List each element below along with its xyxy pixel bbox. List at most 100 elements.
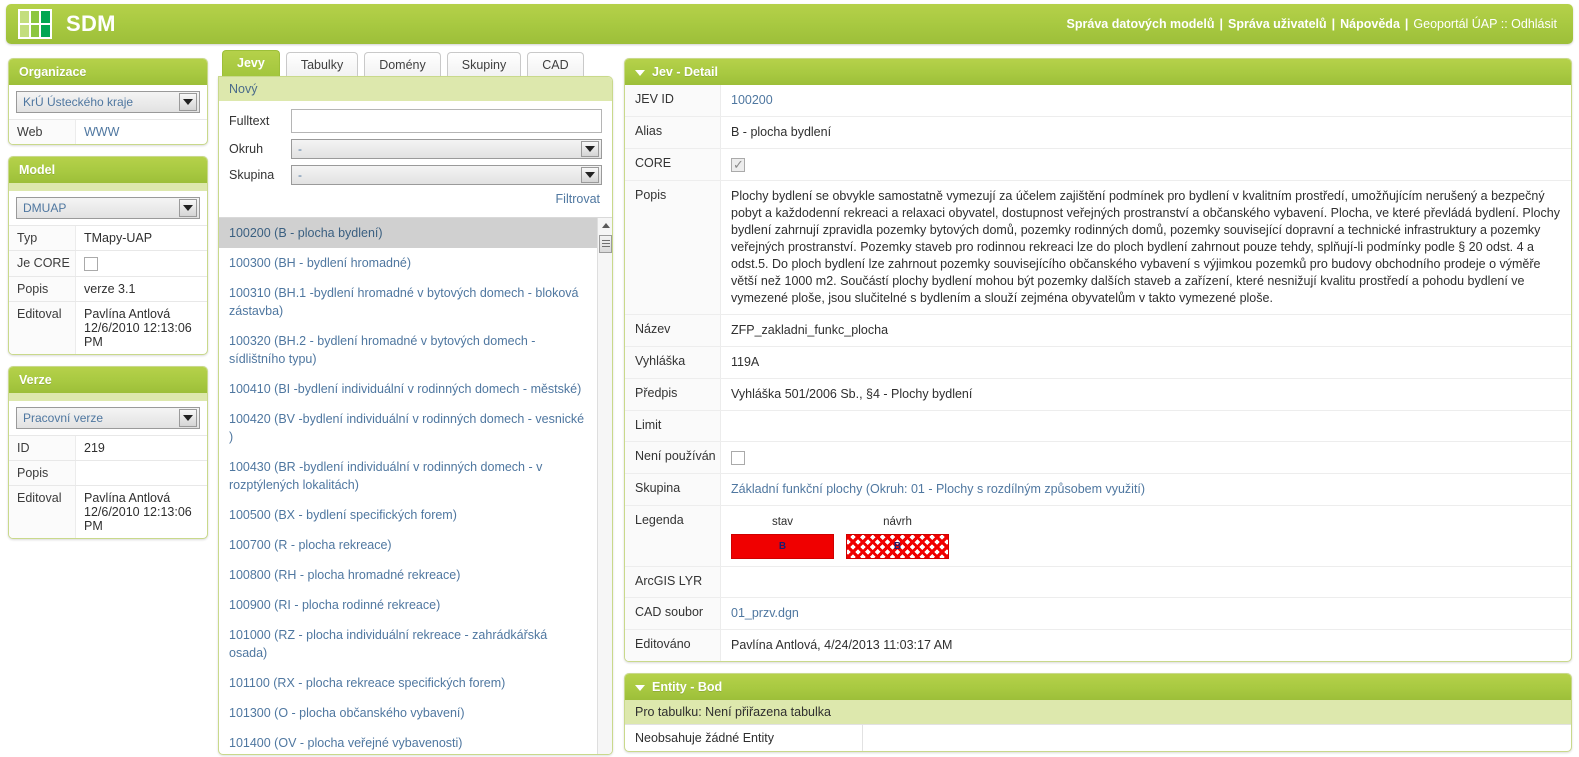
legend-navrh-code: B (893, 541, 902, 552)
model-row-editoval: Editoval Pavlína Antlová 12/6/2010 12:13… (9, 300, 207, 354)
tab-skupiny[interactable]: Skupiny (446, 52, 522, 76)
core-checkbox[interactable] (731, 156, 745, 173)
detail-row-skupina: Skupina Základní funkční plochy (Okruh: … (625, 474, 1571, 506)
model-jecore-value (75, 251, 207, 276)
chevron-down-icon[interactable] (581, 141, 599, 157)
skupina-select[interactable]: - (291, 165, 602, 185)
left-sidebar: Organizace KrÚ Ústeckého kraje Web WWW M… (8, 58, 208, 539)
list-item[interactable]: 100800 (RH - plocha hromadné rekreace) (219, 560, 597, 590)
model-typ-label: Typ (9, 226, 75, 250)
panel-entity-bod: Entity - Bod Pro tabulku: Není přiřazena… (624, 673, 1572, 752)
list-item[interactable]: 100700 (R - plocha rekreace) (219, 530, 597, 560)
list-item[interactable]: 100310 (BH.1 -bydlení hromadné v bytovýc… (219, 278, 597, 326)
legend-navrh-caption: návrh (883, 516, 912, 528)
skupina-filter-label: Skupina (229, 168, 275, 182)
app-title: SDM (66, 11, 116, 36)
verze-select-value: Pracovní verze (23, 410, 104, 425)
predpis-value: Vyhláška 501/2006 Sb., §4 - Plochy bydle… (731, 387, 973, 401)
novy-link[interactable]: Nový (219, 77, 612, 101)
list-item[interactable]: 100410 (BI -bydlení individuální v rodin… (219, 374, 597, 404)
legenda-value: stav B návrh B (721, 506, 1571, 566)
scrollbar-thumb[interactable] (599, 235, 612, 253)
tab-tabulky[interactable]: Tabulky (285, 52, 359, 76)
detail-row-legenda: Legenda stav B návrh B (625, 506, 1571, 567)
editovano-label: Editováno (625, 630, 721, 661)
jevid-label: JEV ID (625, 85, 721, 116)
list-item[interactable]: 100500 (BX - bydlení specifických forem) (219, 500, 597, 530)
list-scrollbar[interactable] (597, 218, 612, 754)
nav-geoportal-odhlasit[interactable]: Geoportál ÚAP :: Odhlásit (1413, 17, 1557, 31)
model-jecore-label: Je CORE (9, 251, 75, 276)
filter-row-okruh: Okruh - (229, 139, 602, 159)
tab-jevy[interactable]: Jevy (222, 50, 280, 76)
panel-jev-detail-title: Jev - Detail (652, 65, 719, 79)
skupina-link[interactable]: Základní funkční plochy (731, 482, 862, 496)
list-item[interactable]: 100420 (BV -bydlení individuální v rodin… (219, 404, 597, 452)
web-link[interactable]: WWW (84, 125, 119, 139)
jecore-checkbox[interactable] (84, 256, 98, 271)
nav-sprava-uzivatelu[interactable]: Správa uživatelů (1228, 17, 1327, 31)
okruh-select[interactable]: - (291, 139, 602, 159)
entity-pro-tabulku: Pro tabulku: Není přiřazena tabulka (625, 700, 1571, 724)
panel-model-title: Model (9, 157, 207, 183)
filter-row-fulltext: Fulltext (229, 109, 602, 133)
list-item[interactable]: 101000 (RZ - plocha individuální rekreac… (219, 620, 597, 668)
right-column: Jev - Detail JEV ID 100200 Alias B - plo… (624, 58, 1572, 752)
cad-file-link[interactable]: 01_przv.dgn (731, 606, 799, 620)
list-item[interactable]: 100430 (BR -bydlení individuální v rodin… (219, 452, 597, 500)
detail-row-editovano: Editováno Pavlína Antlová, 4/24/2013 11:… (625, 630, 1571, 661)
list-item[interactable]: 100300 (BH - bydlení hromadné) (219, 248, 597, 278)
verze-row-id: ID 219 (9, 434, 207, 460)
list-item[interactable]: 100320 (BH.2 - bydlení hromadné v bytový… (219, 326, 597, 374)
list-item[interactable]: 100900 (RI - plocha rodinné rekreace) (219, 590, 597, 620)
model-row-jecore: Je CORE (9, 250, 207, 276)
collapse-triangle-icon[interactable] (635, 69, 645, 76)
neni-pouzivan-checkbox[interactable] (731, 450, 745, 465)
nav-sprava-datovych-modelu[interactable]: Správa datových modelů (1067, 17, 1215, 31)
filter-button[interactable]: Filtrovat (229, 191, 602, 213)
model-select-value: DMUAP (23, 201, 67, 215)
limit-value (721, 411, 1571, 441)
vyhlaska-value: 119A (731, 355, 760, 369)
neni-pouzivan-value (721, 442, 1571, 473)
detail-row-neni-pouzivan: Není používán (625, 442, 1571, 474)
model-typ-value: TMapy-UAP (75, 226, 207, 250)
scroll-up-arrow-icon[interactable] (598, 218, 612, 233)
list-item[interactable]: 101300 (O - plocha občanského vybavení) (219, 698, 597, 728)
list-item[interactable]: 100200 (B - plocha bydlení) (219, 218, 597, 248)
panel-verze: Verze Pracovní verze ID 219 Popis Editov… (8, 365, 208, 539)
filter-row-skupina: Skupina - (229, 165, 602, 185)
core-value (721, 149, 1571, 180)
collapse-triangle-icon[interactable] (635, 684, 645, 691)
chevron-down-icon[interactable] (179, 199, 197, 217)
jevid-value: 100200 (731, 93, 773, 107)
list-item[interactable]: 101100 (RX - plocha rekreace specifickýc… (219, 668, 597, 698)
grid-logo-icon (18, 9, 52, 39)
filter-area: Fulltext Okruh - Skupina - Filtrovat (219, 101, 612, 217)
model-popis-value: verze 3.1 (75, 276, 207, 301)
skupina-suffix: (Okruh: 01 - Plochy s rozdílným způsobem… (865, 482, 1146, 496)
nav-napoveda[interactable]: Nápověda (1340, 17, 1400, 31)
detail-row-vyhlaska: Vyhláška 119A (625, 347, 1571, 379)
tab-cad[interactable]: CAD (527, 52, 584, 76)
model-row-typ: Typ TMapy-UAP (9, 225, 207, 250)
detail-row-core: CORE (625, 149, 1571, 181)
chevron-down-icon[interactable] (179, 408, 197, 427)
panel-entity-title: Entity - Bod (652, 680, 723, 694)
search-input[interactable] (291, 109, 602, 133)
chevron-down-icon[interactable] (179, 93, 197, 111)
verze-select[interactable]: Pracovní verze (16, 406, 200, 429)
organizace-select[interactable]: KrÚ Ústeckého kraje (16, 91, 200, 113)
app-header: SDM Správa datových modelů | Správa uživat… (6, 4, 1573, 44)
tab-domeny[interactable]: Domény (364, 52, 441, 76)
chevron-down-icon[interactable] (581, 167, 599, 183)
nav-sep-1: | (1219, 17, 1224, 31)
verze-editoval-date: 12/6/2010 12:13:06 PM (84, 504, 192, 533)
panel-jev-detail-header: Jev - Detail (625, 59, 1571, 85)
cad-value: 01_przv.dgn (721, 598, 1571, 629)
legend-navrh: návrh B (846, 514, 949, 559)
detail-row-nazev: Název ZFP_zakladni_funkc_plocha (625, 315, 1571, 347)
arcgis-label: ArcGIS LYR (625, 567, 721, 597)
model-select[interactable]: DMUAP (16, 197, 200, 219)
list-item[interactable]: 101400 (OV - plocha veřejné vybavenosti) (219, 728, 597, 754)
